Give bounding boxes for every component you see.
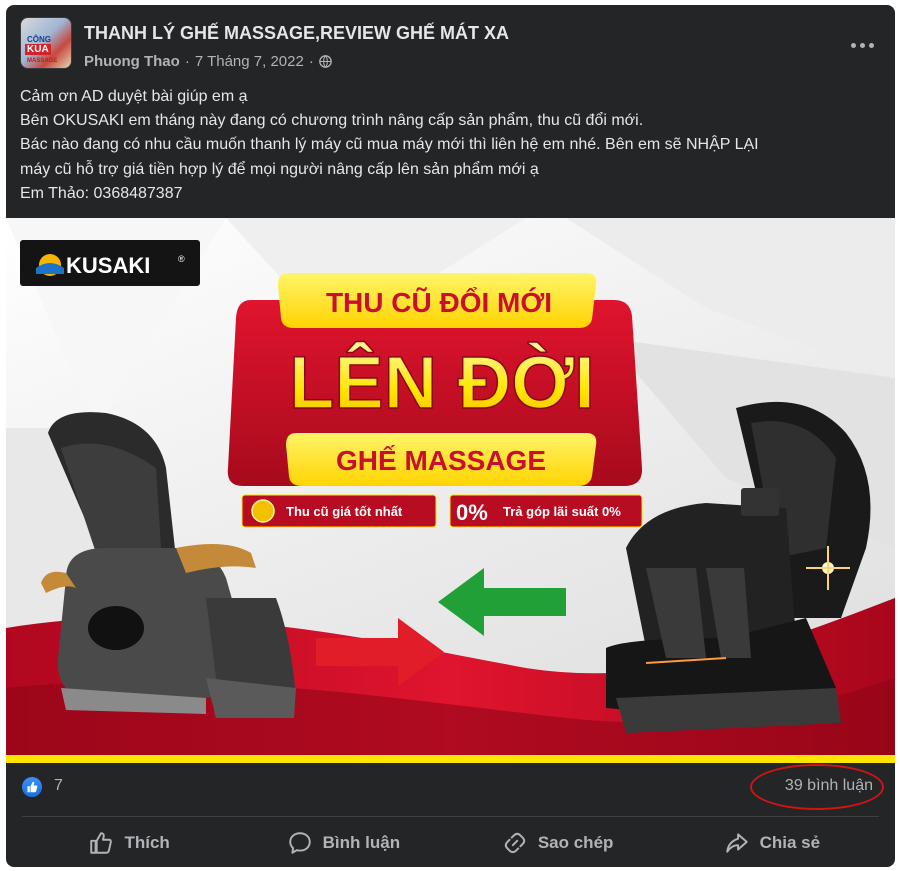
banner-headline-top: THU CŨ ĐỔI MỚI bbox=[326, 287, 552, 318]
share-icon bbox=[725, 833, 748, 853]
banner-headline-bottom: GHẾ MASSAGE bbox=[336, 445, 546, 476]
post-body-line: Em Thảo: 0368487387 bbox=[20, 184, 183, 202]
dot-icon bbox=[859, 42, 865, 48]
post-actions-bar: Thích Bình luận Sao chép Chia sẻ bbox=[22, 823, 879, 863]
thumbs-up-icon bbox=[27, 781, 38, 793]
like-button[interactable]: Thích bbox=[22, 823, 236, 863]
reactions-bar: 7 39 bình luận bbox=[6, 763, 895, 811]
comment-button-label: Bình luận bbox=[322, 833, 401, 852]
like-count[interactable]: 7 bbox=[54, 777, 63, 795]
meta-separator-2: · bbox=[308, 53, 314, 70]
post-body-line: Bác nào đang có nhu cầu muốn thanh lý má… bbox=[20, 136, 759, 154]
more-options-button[interactable] bbox=[844, 35, 880, 55]
share-button-label: Chia sẻ bbox=[759, 833, 821, 852]
banner-logo-text: KUSAKI bbox=[66, 253, 150, 278]
comment-count-link[interactable]: 39 bình luận bbox=[785, 777, 873, 795]
share-button[interactable]: Chia sẻ bbox=[665, 823, 879, 863]
promo-banner-art: KUSAKI ® THU CŨ ĐỔI MỚI LÊN ĐỜI GHẾ MASS… bbox=[6, 218, 895, 763]
banner-badge-right-pct: 0% bbox=[456, 500, 488, 525]
post-body-line: Cảm ơn AD duyệt bài giúp em ạ bbox=[20, 88, 248, 105]
banner-badge-right: Trả góp lãi suất 0% bbox=[503, 504, 621, 519]
post-header: CÔNG KUA MASSAGE THANH LÝ GHẾ MASSAGE,RE… bbox=[20, 17, 880, 73]
post-card: CÔNG KUA MASSAGE THANH LÝ GHẾ MASSAGE,RE… bbox=[6, 5, 895, 867]
banner-logo-mark: ® bbox=[178, 254, 185, 264]
copy-link-button-label: Sao chép bbox=[537, 833, 614, 852]
comment-icon bbox=[288, 832, 311, 854]
banner-headline-main: LÊN ĐỜI bbox=[289, 341, 595, 424]
post-body: Cảm ơn AD duyệt bài giúp em ạ Bên OKUSAK… bbox=[20, 85, 886, 206]
post-date-link[interactable]: 7 Tháng 7, 2022 bbox=[195, 53, 304, 70]
link-icon bbox=[504, 832, 526, 854]
post-meta: Phuong Thao · 7 Tháng 7, 2022 · bbox=[84, 53, 332, 70]
dot-icon bbox=[868, 42, 874, 48]
dot-icon bbox=[850, 42, 856, 48]
meta-separator: · bbox=[184, 53, 190, 70]
post-body-line: Bên OKUSAKI em tháng này đang có chương … bbox=[20, 112, 644, 130]
post-image[interactable]: KUSAKI ® THU CŨ ĐỔI MỚI LÊN ĐỜI GHẾ MASS… bbox=[6, 218, 895, 763]
like-reaction-icon[interactable] bbox=[22, 777, 42, 797]
copy-link-button[interactable]: Sao chép bbox=[451, 823, 665, 863]
author-name-link[interactable]: Phuong Thao bbox=[84, 53, 180, 70]
like-button-label: Thích bbox=[124, 833, 170, 852]
avatar-text-3: MASSAGE bbox=[27, 58, 58, 64]
thumbs-up-icon bbox=[90, 832, 113, 854]
group-avatar[interactable]: CÔNG KUA MASSAGE bbox=[20, 17, 72, 69]
banner-badge-left: Thu cũ giá tốt nhất bbox=[286, 504, 403, 519]
avatar-text-2: KUA bbox=[25, 44, 51, 55]
globe-icon bbox=[318, 55, 332, 68]
comment-button[interactable]: Bình luận bbox=[236, 823, 450, 863]
group-name-link[interactable]: THANH LÝ GHẾ MASSAGE,REVIEW GHẾ MÁT XA bbox=[84, 23, 509, 44]
actions-divider bbox=[22, 816, 879, 817]
avatar-text-1: CÔNG bbox=[27, 35, 51, 44]
post-body-line: máy cũ hỗ trợ giá tiền hợp lý để mọi ngư… bbox=[20, 160, 539, 178]
